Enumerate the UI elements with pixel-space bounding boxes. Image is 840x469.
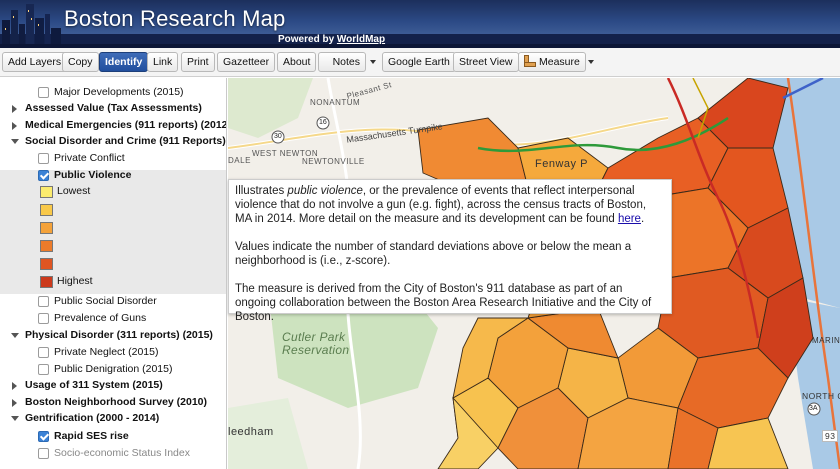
layer-label: Public Social Disorder	[54, 295, 157, 307]
layer-row-prevalence-of-guns[interactable]: Prevalence of Guns	[0, 310, 226, 327]
checkbox-checked[interactable]	[38, 170, 49, 181]
measure-label: Measure	[539, 56, 580, 68]
app-title: Boston Research Map	[64, 6, 286, 31]
ruler-icon	[524, 55, 536, 67]
popup-source-note: The measure is derived from the City of …	[235, 283, 652, 323]
layer-label: Prevalence of Guns	[54, 312, 147, 324]
expand-arrow-icon[interactable]	[12, 382, 17, 390]
group-label: Gentrification (2000 - 2014)	[25, 412, 160, 424]
popup-text-end: .	[640, 213, 645, 225]
layer-label: Socio-economic Status Index	[54, 447, 190, 459]
route-3a-shield: 3A	[809, 405, 818, 412]
layer-label: Public Denigration (2015)	[54, 363, 173, 375]
layer-label: Private Neglect (2015)	[54, 346, 159, 358]
legend-swatch-5	[40, 258, 53, 270]
layer-row-private-neglect[interactable]: Private Neglect (2015)	[0, 344, 226, 361]
group-label: Boston Neighborhood Survey (2010)	[25, 396, 208, 408]
checkbox[interactable]	[38, 296, 49, 307]
link-button[interactable]: Link	[147, 52, 179, 72]
layer-row-major-developments[interactable]: Major Developments (2015)	[0, 84, 226, 101]
map-label-newtonville: NEWTONVILLE	[302, 157, 365, 166]
checkbox[interactable]	[38, 87, 49, 98]
gazetteer-button[interactable]: Gazetteer	[217, 52, 276, 72]
print-button[interactable]: Print	[181, 52, 215, 72]
app-window: Boston Research Map Powered by WorldMap …	[0, 0, 840, 469]
checkbox-checked[interactable]	[38, 431, 49, 442]
selected-layer-highlight	[0, 170, 226, 294]
expand-arrow-icon[interactable]	[12, 399, 17, 407]
map-label-marina-bay: MARINA BAY	[812, 336, 840, 345]
popup-text-a: Illustrates	[235, 185, 288, 197]
group-usage-311[interactable]: Usage of 311 System (2015)	[0, 377, 226, 394]
measure-dropdown-icon[interactable]	[588, 60, 594, 64]
add-layers-button[interactable]: Add Layers	[2, 52, 68, 72]
group-social-disorder[interactable]: Social Disorder and Crime (911 Reports)	[0, 133, 226, 150]
toolbar: Add Layers Copy Identify Link Print Gaze…	[0, 48, 840, 77]
layer-label: Public Violence	[54, 169, 132, 181]
layer-info-popup: Illustrates public violence, or the prev…	[228, 179, 672, 323]
layer-label: Major Developments (2015)	[54, 86, 184, 98]
identify-button[interactable]: Identify	[99, 52, 149, 72]
legend-lowest-label: Lowest	[57, 185, 91, 197]
group-neighborhood-survey[interactable]: Boston Neighborhood Survey (2010)	[0, 394, 226, 411]
layer-row-rapid-ses[interactable]: Rapid SES rise	[0, 428, 226, 445]
google-earth-button[interactable]: Google Earth	[382, 52, 456, 72]
legend-swatch-3	[40, 222, 53, 234]
checkbox[interactable]	[38, 347, 49, 358]
collapse-arrow-icon[interactable]	[11, 139, 19, 144]
group-label: Physical Disorder (311 reports) (2015)	[25, 329, 213, 341]
checkbox[interactable]	[38, 313, 49, 324]
popup-description: Illustrates public violence, or the prev…	[235, 184, 665, 226]
group-assessed-value[interactable]: Assessed Value (Tax Assessments)	[0, 100, 226, 117]
layer-panel: Major Developments (2015) Assessed Value…	[0, 78, 227, 469]
layer-row-public-denigration[interactable]: Public Denigration (2015)	[0, 361, 226, 378]
group-label: Medical Emergencies (911 reports) (2012)	[25, 119, 227, 131]
layer-label: Private Conflict	[54, 152, 125, 164]
group-medical-emergencies[interactable]: Medical Emergencies (911 reports) (2012)	[0, 117, 226, 134]
group-label: Assessed Value (Tax Assessments)	[25, 102, 202, 114]
street-view-button[interactable]: Street View	[453, 52, 519, 72]
map-label-dale: DALE	[228, 156, 251, 165]
header-banner: Boston Research Map Powered by WorldMap	[0, 0, 840, 48]
collapse-arrow-icon[interactable]	[11, 333, 19, 338]
expand-arrow-icon[interactable]	[12, 105, 17, 113]
powered-by: Powered by WorldMap	[278, 34, 385, 45]
group-label: Social Disorder and Crime (911 Reports)	[25, 135, 226, 147]
route-16-shield: 16	[319, 119, 327, 126]
route-93-shield: 93	[822, 430, 839, 442]
map-label-north-quincy: NORTH QUINCY	[802, 391, 840, 401]
worldmap-link[interactable]: WorldMap	[337, 34, 385, 45]
popup-here-link[interactable]: here	[618, 213, 641, 225]
powered-prefix: Powered by	[278, 34, 335, 45]
group-physical-disorder[interactable]: Physical Disorder (311 reports) (2015)	[0, 327, 226, 344]
collapse-arrow-icon[interactable]	[11, 416, 19, 421]
layer-row-public-violence[interactable]: Public Violence	[0, 167, 226, 184]
checkbox[interactable]	[38, 364, 49, 375]
map-label-fenway: Fenway P	[535, 158, 588, 170]
notes-dropdown-icon[interactable]	[370, 60, 376, 64]
legend-swatch-4	[40, 240, 53, 252]
measure-button[interactable]: Measure	[518, 52, 586, 72]
about-button[interactable]: About	[277, 52, 317, 72]
map-label-needham: leedham	[228, 426, 274, 438]
checkbox[interactable]	[38, 153, 49, 164]
legend-highest-label: Highest	[57, 275, 93, 287]
layer-row-ses-index[interactable]: Socio-economic Status Index	[0, 445, 226, 462]
legend-swatch-2	[40, 204, 53, 216]
group-label: Usage of 311 System (2015)	[25, 379, 163, 391]
legend-swatch-1	[40, 186, 53, 198]
legend-swatch-6	[40, 276, 53, 288]
copy-button[interactable]: Copy	[62, 52, 99, 72]
layer-row-public-social-disorder[interactable]: Public Social Disorder	[0, 293, 226, 310]
layer-label: Rapid SES rise	[54, 430, 129, 442]
checkbox[interactable]	[38, 448, 49, 459]
expand-arrow-icon[interactable]	[12, 122, 17, 130]
route-30-shield: 30	[274, 133, 282, 140]
group-gentrification[interactable]: Gentrification (2000 - 2014)	[0, 410, 226, 427]
map-label-reservation: Reservation	[282, 343, 350, 357]
popup-emphasis: public violence	[287, 185, 363, 197]
notes-button[interactable]: Notes	[318, 52, 366, 72]
popup-values-note: Values indicate the number of standard d…	[235, 241, 632, 267]
layer-row-private-conflict[interactable]: Private Conflict	[0, 150, 226, 167]
